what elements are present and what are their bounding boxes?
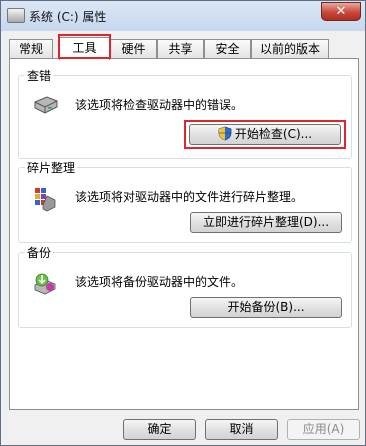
window-title: 系统 (C:) 属性: [29, 10, 107, 24]
tab-general[interactable]: 常规: [9, 39, 53, 58]
backup-icon: [34, 273, 56, 295]
tab-hardware[interactable]: 硬件: [110, 39, 157, 58]
title-bar[interactable]: 系统 (C:) 属性 ✕: [1, 1, 365, 31]
drive-icon: [7, 8, 25, 23]
group-title: 备份: [25, 244, 54, 261]
tab-highlight-box: [58, 34, 111, 59]
close-button[interactable]: ✕: [321, 2, 361, 21]
backup-group: 备份 该选项将备份驱动器中的文件。 开始备份(B)...: [18, 244, 352, 328]
tab-previous-versions[interactable]: 以前的版本: [251, 39, 329, 58]
group-title: 碎片整理: [25, 159, 78, 176]
group-title: 查错: [25, 67, 54, 84]
properties-window: 系统 (C:) 属性 ✕ 常规 工具 硬件 共享 安全 以前的版本 查错 该选项…: [0, 0, 366, 446]
group-description: 该选项将备份驱动器中的文件。: [75, 275, 244, 289]
defrag-icon: [35, 188, 56, 212]
tools-panel: 查错 该选项将检查驱动器中的错误。 开始检查(C)... 碎片整理 该选项将对驱…: [9, 58, 359, 410]
start-backup-button[interactable]: 开始备份(B)...: [190, 297, 342, 318]
defrag-group: 碎片整理 该选项将对驱动器中的文件进行碎片整理。 立即进行碎片整理(D)...: [18, 159, 352, 243]
group-description: 该选项将对驱动器中的文件进行碎片整理。: [75, 190, 304, 204]
check-button-highlight: [184, 120, 346, 149]
error-check-group: 查错 该选项将检查驱动器中的错误。 开始检查(C)...: [18, 67, 352, 159]
tab-sharing[interactable]: 共享: [157, 39, 204, 58]
drive-icon: [34, 96, 58, 114]
defrag-now-button[interactable]: 立即进行碎片整理(D)...: [190, 212, 342, 233]
ok-button[interactable]: 确定: [123, 419, 196, 440]
tab-security[interactable]: 安全: [204, 39, 251, 58]
group-description: 该选项将检查驱动器中的错误。: [75, 98, 244, 112]
cancel-button[interactable]: 取消: [205, 419, 278, 440]
apply-button[interactable]: 应用(A): [287, 419, 360, 440]
